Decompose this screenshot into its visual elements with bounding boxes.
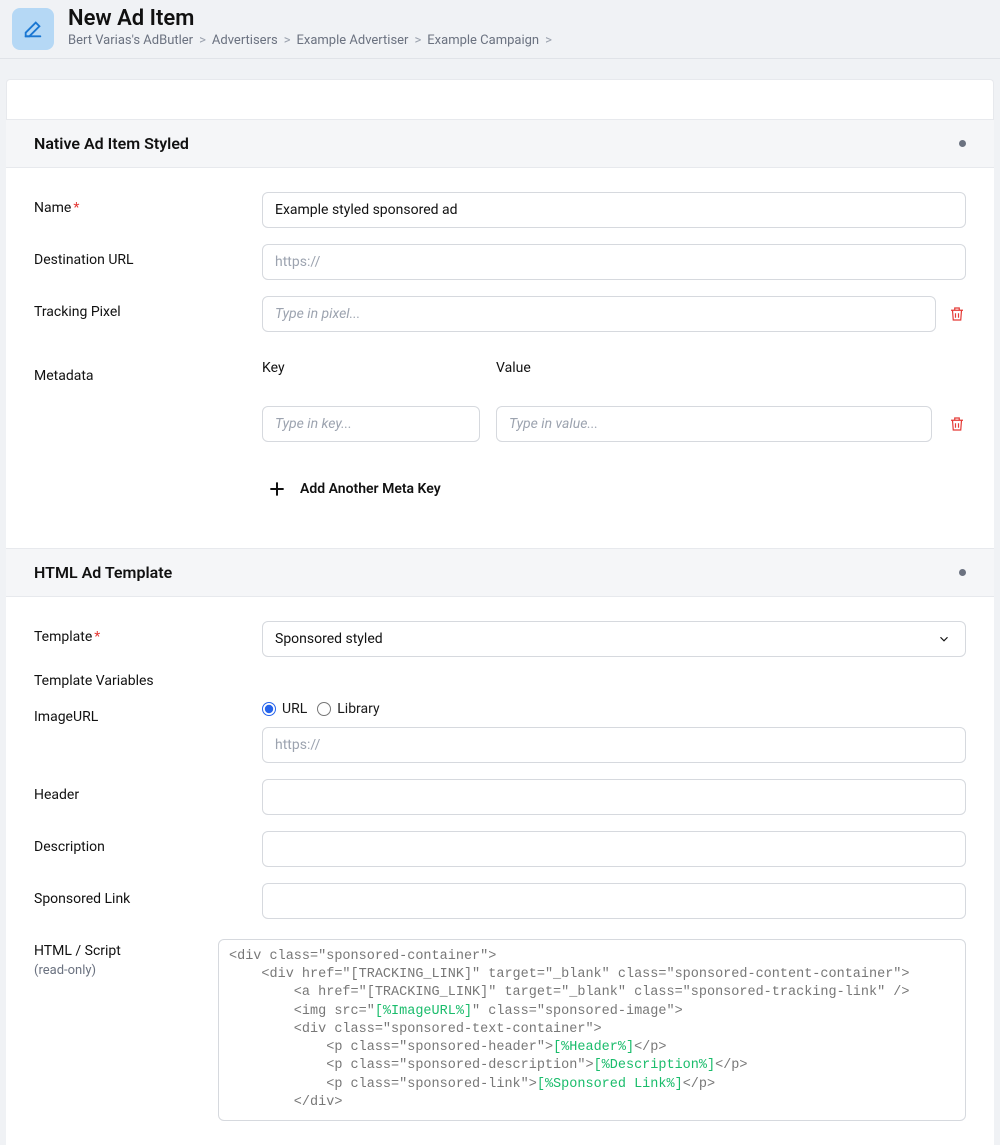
plus-icon [266, 478, 288, 500]
name-input[interactable] [262, 192, 966, 228]
radio-url[interactable] [262, 702, 276, 716]
header-var-input[interactable] [262, 779, 966, 815]
description-var-input[interactable] [262, 831, 966, 867]
sponsored-link-var-label: Sponsored Link [34, 883, 262, 907]
metadata-key-input[interactable] [262, 406, 480, 442]
metadata-label: Metadata [34, 360, 262, 384]
breadcrumb-item[interactable]: Example Advertiser [297, 33, 409, 48]
chevron-down-icon [937, 632, 951, 646]
breadcrumb: Bert Varias's AdButler > Advertisers > E… [68, 33, 552, 48]
page-title: New Ad Item [68, 6, 552, 31]
trash-icon[interactable] [948, 415, 966, 433]
template-select-value: Sponsored styled [275, 631, 383, 647]
imageurl-label: ImageURL [34, 701, 262, 725]
chevron-right-icon: > [545, 33, 552, 48]
html-script-code: <div class="sponsored-container"> <div h… [218, 939, 966, 1121]
radio-library[interactable] [317, 702, 331, 716]
breadcrumb-item[interactable]: Example Campaign [427, 33, 539, 48]
page-header: New Ad Item Bert Varias's AdButler > Adv… [0, 0, 1000, 59]
add-meta-key-label: Add Another Meta Key [300, 481, 441, 497]
template-label: Template* [34, 621, 262, 645]
name-label: Name* [34, 192, 262, 216]
tracking-pixel-label: Tracking Pixel [34, 296, 262, 320]
section-header-native[interactable]: Native Ad Item Styled [6, 119, 994, 168]
chevron-right-icon: > [414, 33, 421, 48]
section-body-template: Template* Sponsored styled Template Vari… [6, 597, 994, 1145]
destination-url-input[interactable] [262, 244, 966, 280]
trash-icon[interactable] [948, 305, 966, 323]
header-var-label: Header [34, 779, 262, 803]
edit-icon [12, 8, 54, 50]
collapse-dot-icon[interactable] [959, 140, 966, 147]
template-variables-heading: Template Variables [34, 673, 966, 689]
metadata-key-heading: Key [262, 360, 480, 376]
collapse-dot-icon[interactable] [959, 569, 966, 576]
chevron-right-icon: > [284, 33, 291, 48]
imageurl-radio-url[interactable]: URL [262, 701, 307, 717]
section-title: Native Ad Item Styled [34, 134, 189, 153]
sponsored-link-var-input[interactable] [262, 883, 966, 919]
add-meta-key-button[interactable]: Add Another Meta Key [262, 478, 441, 500]
imageurl-radio-library[interactable]: Library [317, 701, 379, 717]
metadata-value-heading: Value [496, 360, 531, 376]
destination-url-label: Destination URL [34, 244, 262, 268]
section-header-template[interactable]: HTML Ad Template [6, 548, 994, 597]
section-body-native: Name* Destination URL Tracking Pixel Met… [6, 168, 994, 548]
section-title: HTML Ad Template [34, 563, 172, 582]
template-select[interactable]: Sponsored styled [262, 621, 966, 657]
description-var-label: Description [34, 831, 262, 855]
metadata-value-input[interactable] [496, 406, 932, 442]
chevron-right-icon: > [199, 33, 206, 48]
breadcrumb-item[interactable]: Bert Varias's AdButler [68, 33, 193, 48]
imageurl-input[interactable] [262, 727, 966, 763]
tracking-pixel-input[interactable] [262, 296, 936, 332]
breadcrumb-item[interactable]: Advertisers [212, 33, 278, 48]
